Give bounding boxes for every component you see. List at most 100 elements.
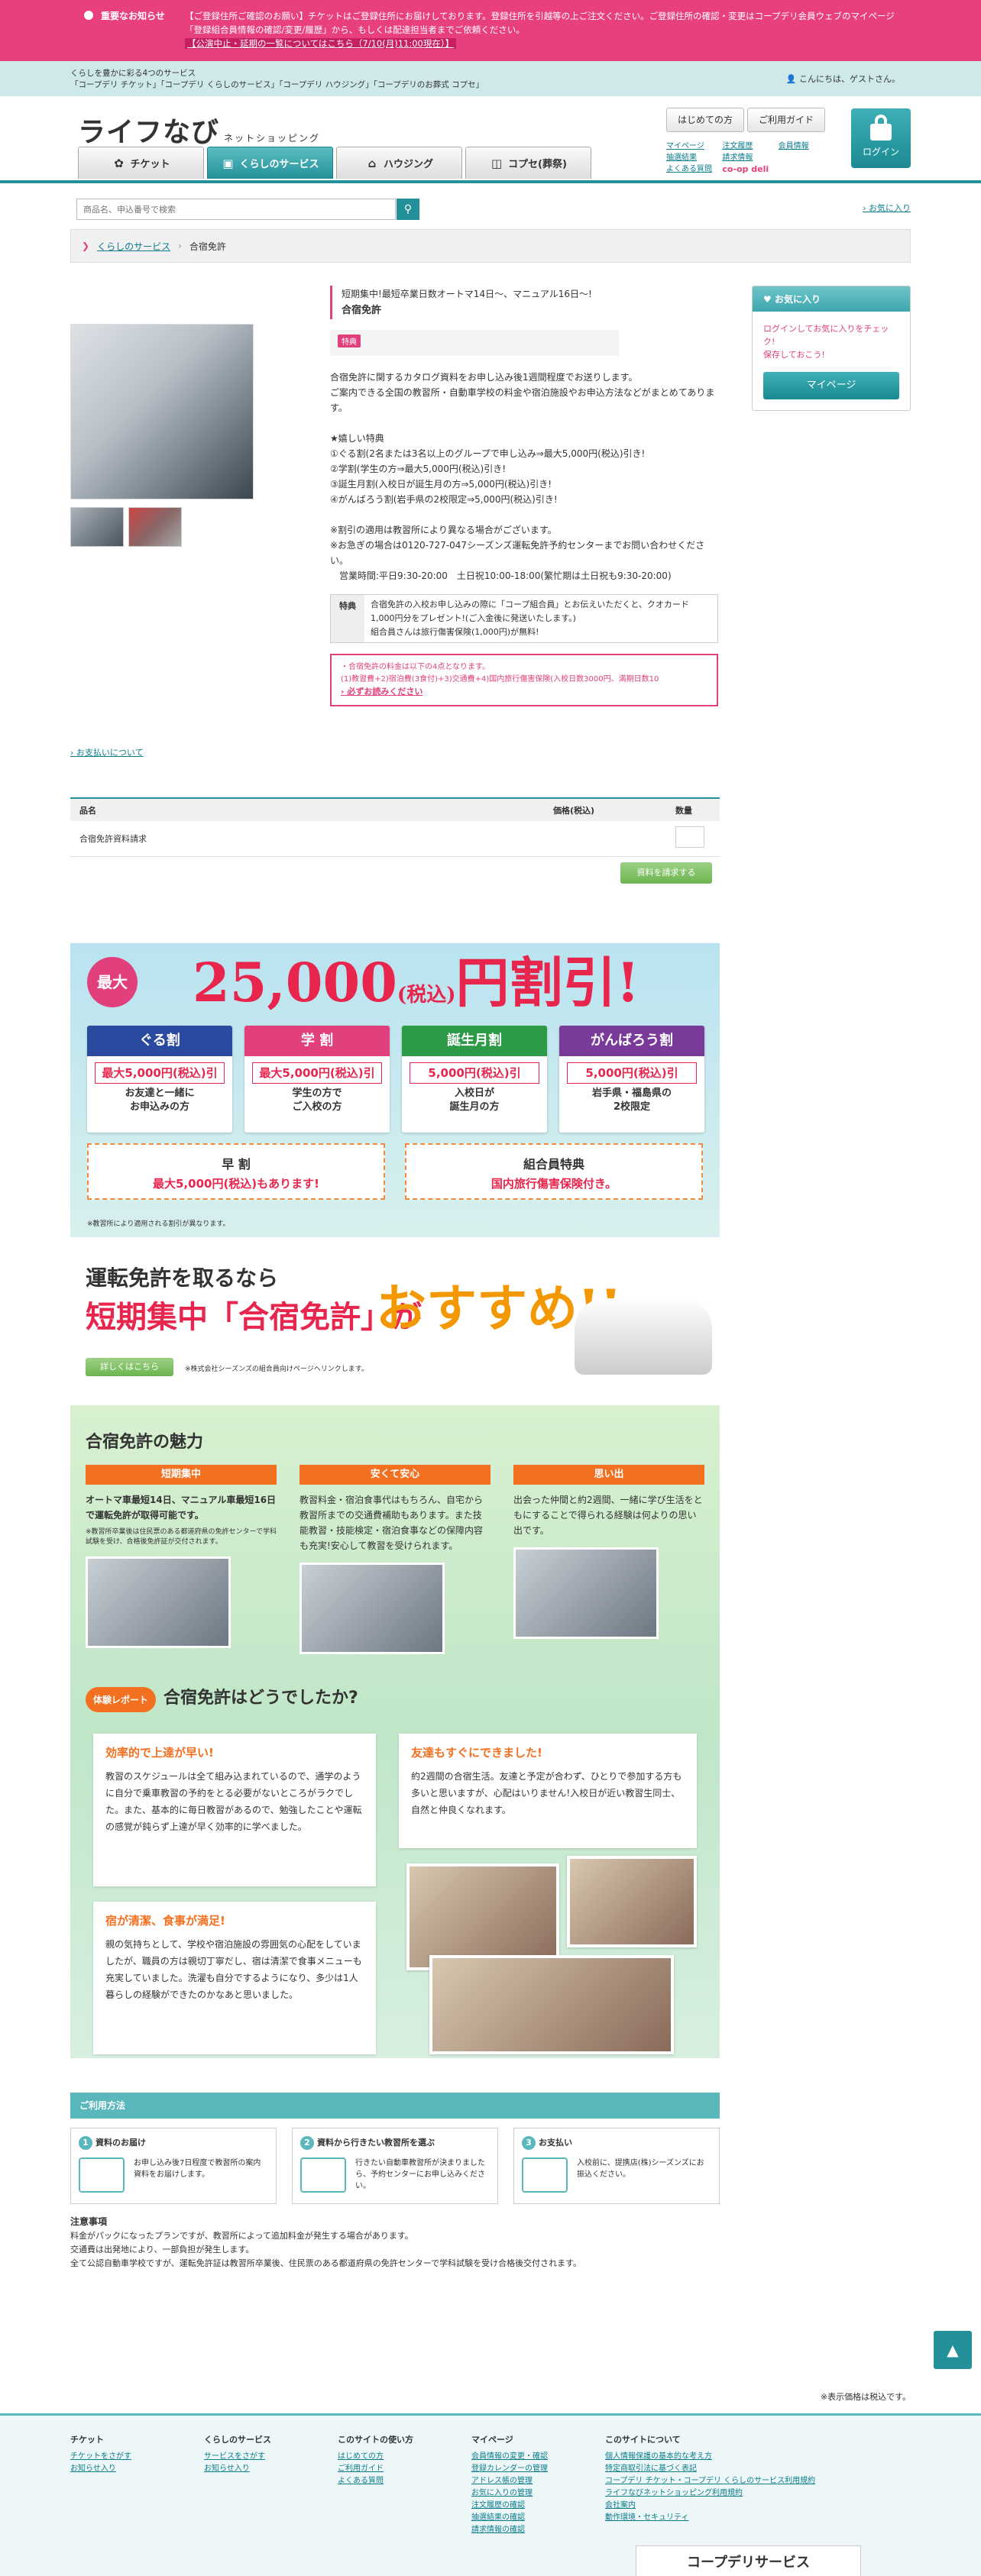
link-faq[interactable]: よくある質問: [666, 163, 722, 175]
amount-tax: (税込): [397, 984, 456, 1007]
greeting: 👤 こんにちは、ゲストさん。: [786, 73, 900, 85]
link-lottery[interactable]: 抽選結果: [666, 152, 722, 163]
notice-link[interactable]: 【公演中止・延期の一覧についてはこちら（7/10(月)11:00現在）】: [185, 38, 457, 49]
footer-link[interactable]: 個人情報保護の基本的な考え方: [605, 2451, 880, 2463]
search-button[interactable]: ⚲: [397, 199, 419, 220]
footer-link[interactable]: ライフなびネットショッピング利用規約: [605, 2487, 880, 2500]
favorites-link[interactable]: › お気に入り: [863, 202, 911, 214]
product-main-image: [70, 324, 254, 499]
step-title-text: 資料から行きたい教習所を選ぶ: [317, 2138, 435, 2148]
link-mypage[interactable]: マイページ: [666, 141, 722, 152]
footer-link[interactable]: お知らせ入り: [70, 2463, 204, 2475]
report-photo: [406, 1863, 559, 1970]
footer-link[interactable]: チケットをさがす: [70, 2451, 204, 2463]
caution-section: 注意事項 料金がパックになったプランですが、教習所によって追加料金が発生する場合…: [70, 2215, 758, 2271]
guide-button[interactable]: ご利用ガイド: [747, 108, 825, 132]
card-desc: 学生の方でご入校の方: [244, 1087, 390, 1114]
footer-link[interactable]: アドレス帳の管理: [471, 2475, 605, 2487]
price-note-1: ・合宿免許の料金は以下の4点となります。: [341, 663, 490, 671]
step-number: 1: [79, 2136, 92, 2150]
page-top-button[interactable]: ▲: [934, 2331, 972, 2369]
favorite-title: お気に入り: [774, 294, 821, 305]
card-desc-1: お友達と一緒に: [125, 1088, 195, 1099]
footer-link[interactable]: 特定商取引法に基づく表記: [605, 2463, 880, 2475]
footer-link[interactable]: はじめての方: [338, 2451, 471, 2463]
footer-col-title: このサイトについて: [605, 2435, 681, 2445]
first-time-button[interactable]: はじめての方: [666, 108, 744, 132]
footer-link[interactable]: サービスをさがす: [204, 2451, 338, 2463]
details-button[interactable]: 詳しくはこちら: [86, 1358, 173, 1376]
footer-link[interactable]: 登録カレンダーの管理: [471, 2463, 605, 2475]
service-icon: ▣: [222, 156, 234, 170]
link-billing[interactable]: 請求情報: [722, 152, 778, 163]
card-desc-2: ご入校の方: [292, 1101, 342, 1113]
max-badge: 最大: [87, 957, 138, 1007]
tab-funeral[interactable]: ◫ コプセ(葬祭): [465, 147, 591, 179]
footer-link[interactable]: 会員情報の変更・確認: [471, 2451, 605, 2463]
tab-living-service[interactable]: ▣ くらしのサービス: [207, 147, 333, 179]
favorites-link-label: お気に入り: [869, 203, 911, 213]
card-title: ぐる割: [87, 1026, 232, 1056]
breadcrumb-home[interactable]: くらしのサービス: [97, 240, 170, 253]
footer-link[interactable]: ご利用ガイド: [338, 2463, 471, 2475]
product-thumbnail[interactable]: [70, 507, 124, 547]
quantity-input[interactable]: [675, 826, 704, 848]
price-note-box: ・合宿免許の料金は以下の4点となります。 (1)教習費+2)宿泊費(3食付)+3…: [330, 654, 718, 706]
charm-col-memory: 思い出 出会った仲間と約2週間、一緒に学び生活をともにすることで得られる経験は何…: [513, 1465, 704, 1639]
card-value: 最大5,000円(税込)引: [252, 1062, 382, 1084]
item-name: 合宿免許資料請求: [70, 821, 544, 857]
recommend-line1: 運転免許を取るなら: [86, 1265, 279, 1291]
discount-card-ganbarou: がんばろう割 5,000円(税込)引 岩手県・福島県の 2校限定: [559, 1026, 704, 1133]
tab-living-label: くらしのサービス: [239, 159, 319, 170]
login-label: ログイン: [862, 147, 899, 157]
step-text: 入校前に、提携店(株)シーズンズにお振込ください。: [577, 2159, 704, 2179]
tab-ticket[interactable]: ✿ チケット: [78, 147, 204, 179]
favorite-header: ♥ お気に入り: [753, 286, 910, 312]
discount-card-student: 学 割 最大5,000円(税込)引 学生の方で ご入校の方: [244, 1026, 390, 1133]
card-desc-2: お申込みの方: [129, 1101, 189, 1113]
product-thumbnail[interactable]: [128, 507, 182, 547]
search-input[interactable]: [76, 199, 396, 220]
tab-housing[interactable]: ⌂ ハウジング: [336, 147, 462, 179]
order-section: 品名 価格(税込) 数量 合宿免許資料請求 資料を請求する: [70, 767, 911, 889]
footer-link[interactable]: 動作環境・セキュリティ: [605, 2512, 880, 2524]
footer-link[interactable]: よくある質問: [338, 2475, 471, 2487]
tab-ticket-label: チケット: [130, 159, 170, 170]
charm-photo: [86, 1556, 231, 1648]
member-benefit-box: 組合員特典 国内旅行傷害保険付き。: [405, 1143, 703, 1200]
report-text: 親の気持ちとして、学校や宿泊施設の雰囲気の心配をしていましたが、職員の方は親切丁…: [105, 1939, 362, 2000]
notice-label: 重要なお知らせ: [70, 9, 185, 50]
topbar-line1: くらしを豊かに彩る4つのサービス: [70, 69, 196, 78]
discount-card-group: ぐる割 最大5,000円(税込)引 お友達と一緒に お申込みの方: [87, 1026, 232, 1133]
link-member-info[interactable]: 会員情報: [779, 141, 834, 152]
request-material-button[interactable]: 資料を請求する: [620, 862, 712, 884]
discount-amount: 25,000(税込)円割引!: [193, 952, 639, 1026]
report-title-text: 合宿免許はどうでしたか?: [164, 1689, 358, 1708]
col-price: 価格(税込): [544, 797, 666, 821]
footer-link[interactable]: お気に入りの管理: [471, 2487, 605, 2500]
site-footer: チケット チケットをさがす お知らせ入り くらしのサービス サービスをさがす お…: [0, 2413, 981, 2576]
benefit-tag: 特典: [338, 335, 361, 347]
report-card: 効率的で上達が早い! 教習のスケジュールは全て組み込まれているので、通学のように…: [93, 1734, 376, 1886]
tax-note: ※表示価格は税込です。: [820, 2392, 911, 2402]
login-button[interactable]: ログイン: [851, 108, 911, 168]
banner-footnote: ※教習所により適用される割引が異なります。: [87, 1220, 230, 1228]
discount-banner[interactable]: 最大 25,000(税込)円割引! ぐる割 最大5,000円(税込)引 お友達と…: [70, 943, 720, 1237]
footer-link[interactable]: コープデリ チケット・コープデリ くらしのサービス利用規約: [605, 2475, 880, 2487]
footer-col-title: チケット: [70, 2435, 104, 2445]
footer-link[interactable]: 抽選結果の確認: [471, 2512, 605, 2524]
footer-link[interactable]: 請求情報の確認: [471, 2524, 605, 2536]
ticket-icon: ✿: [114, 156, 124, 170]
card-desc-1: 学生の方で: [292, 1088, 342, 1099]
site-logo[interactable]: ライフなび ネットショッピング: [78, 110, 320, 150]
must-read-link[interactable]: › 必ずお読みください: [341, 687, 423, 697]
footer-link[interactable]: 会社案内: [605, 2500, 880, 2512]
footer-link[interactable]: 注文履歴の確認: [471, 2500, 605, 2512]
footer-col-about: このサイトについて 個人情報保護の基本的な考え方 特定商取引法に基づく表記 コー…: [605, 2434, 880, 2536]
payment-info-link[interactable]: › お支払いについて: [70, 746, 144, 758]
site-header: ライフなび ネットショッピング ✿ チケット ▣ くらしのサービス ⌂ ハウジング ◫ コ…: [0, 96, 981, 180]
product-name: 合宿免許: [342, 305, 382, 316]
link-order-history[interactable]: 注文履歴: [722, 141, 778, 152]
footer-link[interactable]: お知らせ入り: [204, 2463, 338, 2475]
mypage-button[interactable]: マイページ: [763, 372, 899, 399]
